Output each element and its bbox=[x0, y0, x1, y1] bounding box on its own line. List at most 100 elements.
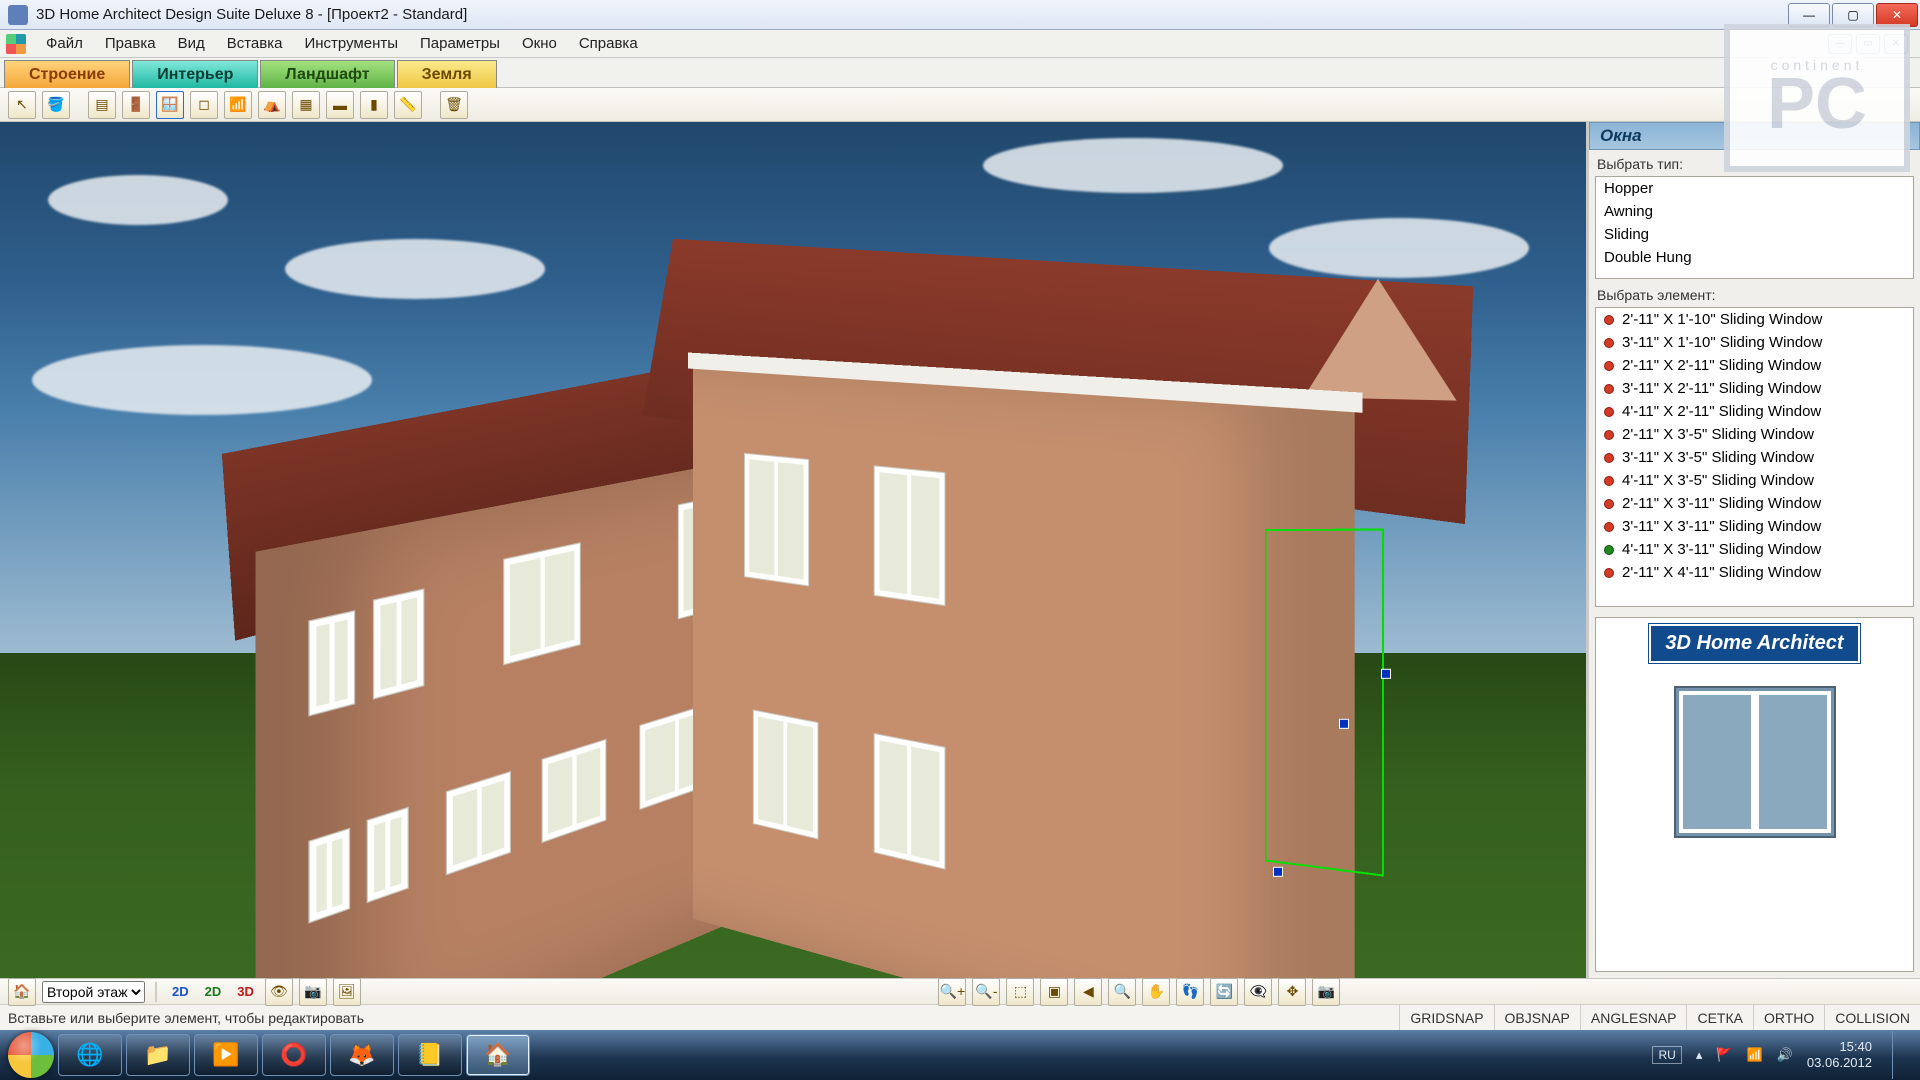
list-item[interactable]: Hopper bbox=[1596, 177, 1913, 200]
list-item[interactable]: 3'-11" X 1'-10" Sliding Window bbox=[1596, 331, 1913, 354]
task-explorer[interactable]: 📁 bbox=[126, 1034, 190, 1076]
tray-volume-icon[interactable]: 🔊 bbox=[1777, 1047, 1793, 1063]
window-maximize-button[interactable]: ▢ bbox=[1832, 3, 1874, 27]
list-item-label: 2'-11" X 3'-11" Sliding Window bbox=[1622, 495, 1821, 512]
menu-help[interactable]: Справка bbox=[569, 32, 648, 55]
3d-viewport[interactable] bbox=[0, 122, 1588, 978]
selection-handle[interactable] bbox=[1273, 867, 1283, 877]
tool-floor-icon[interactable]: ▬ bbox=[326, 91, 354, 119]
mdi-close-button[interactable]: ✕ bbox=[1884, 34, 1908, 54]
snap-grid[interactable]: СЕТКА bbox=[1686, 1005, 1753, 1030]
clock[interactable]: 15:40 03.06.2012 bbox=[1807, 1039, 1872, 1070]
object-toolbar: ↖ 🪣 ▤ 🚪 🪟 ◻ 📶 ⛺ ▦ ▬ ▮ 📏 🗑 bbox=[0, 88, 1920, 122]
list-item[interactable]: 3'-11" X 3'-5" Sliding Window bbox=[1596, 446, 1913, 469]
zoom-out-icon[interactable]: 🔍- bbox=[972, 978, 1000, 1006]
list-item[interactable]: Double Hung bbox=[1596, 246, 1913, 269]
tray-flag-icon[interactable]: 🚩 bbox=[1716, 1047, 1732, 1063]
list-item-label: 2'-11" X 4'-11" Sliding Window bbox=[1622, 564, 1821, 581]
types-label: Выбрать тип: bbox=[1589, 150, 1920, 174]
show-desktop-button[interactable] bbox=[1892, 1031, 1906, 1079]
view-camera-icon[interactable]: 📷 bbox=[299, 978, 327, 1006]
task-firefox[interactable]: 🦊 bbox=[330, 1034, 394, 1076]
view-gallery-icon[interactable]: 🖼 bbox=[333, 978, 361, 1006]
selection-handle[interactable] bbox=[1381, 669, 1391, 679]
task-opera[interactable]: ⭕ bbox=[262, 1034, 326, 1076]
tool-text-icon[interactable]: 📏 bbox=[394, 91, 422, 119]
move-icon[interactable]: ✥ bbox=[1278, 978, 1306, 1006]
tab-terrain[interactable]: Земля bbox=[397, 60, 497, 88]
orbit-icon[interactable]: 🔄 bbox=[1210, 978, 1238, 1006]
snap-anglesnap[interactable]: ANGLESNAP bbox=[1580, 1005, 1687, 1030]
snapshot-icon[interactable]: 📷 bbox=[1312, 978, 1340, 1006]
view-2d-shaded-button[interactable]: 2D bbox=[200, 981, 227, 1003]
start-button[interactable] bbox=[8, 1032, 54, 1078]
window-type-list[interactable]: Hopper Awning Sliding Double Hung bbox=[1595, 176, 1914, 279]
floor-icon[interactable]: 🏠 bbox=[8, 978, 36, 1006]
snap-ortho[interactable]: ORTHO bbox=[1753, 1005, 1824, 1030]
view-2d-button[interactable]: 2D bbox=[167, 981, 194, 1003]
tool-column-icon[interactable]: ▮ bbox=[360, 91, 388, 119]
list-item[interactable]: Sliding bbox=[1596, 223, 1913, 246]
menu-tools[interactable]: Инструменты bbox=[294, 32, 408, 55]
window-close-button[interactable]: ✕ bbox=[1876, 3, 1918, 27]
lang-indicator[interactable]: RU bbox=[1652, 1046, 1681, 1064]
tab-interior[interactable]: Интерьер bbox=[132, 60, 258, 88]
look-icon[interactable]: 👁‍🗨 bbox=[1244, 978, 1272, 1006]
task-ie[interactable]: 🌐 bbox=[58, 1034, 122, 1076]
list-item[interactable]: 2'-11" X 1'-10" Sliding Window bbox=[1596, 308, 1913, 331]
list-item[interactable]: 4'-11" X 2'-11" Sliding Window bbox=[1596, 400, 1913, 423]
tool-pointer[interactable]: ↖ bbox=[8, 91, 36, 119]
tool-window-icon[interactable]: 🪟 bbox=[156, 91, 184, 119]
tool-door-icon[interactable]: 🚪 bbox=[122, 91, 150, 119]
pan-icon[interactable]: ✋ bbox=[1142, 978, 1170, 1006]
list-item[interactable]: 2'-11" X 2'-11" Sliding Window bbox=[1596, 354, 1913, 377]
status-dot-icon bbox=[1604, 407, 1614, 417]
snap-gridsnap[interactable]: GRIDSNAP bbox=[1399, 1005, 1493, 1030]
list-item-label: 4'-11" X 2'-11" Sliding Window bbox=[1622, 403, 1821, 420]
list-item[interactable]: 3'-11" X 3'-11" Sliding Window bbox=[1596, 515, 1913, 538]
view-eye-icon[interactable]: 👁 bbox=[265, 978, 293, 1006]
snap-collision[interactable]: COLLISION bbox=[1824, 1005, 1920, 1030]
tool-paint-icon[interactable]: 🪣 bbox=[42, 91, 70, 119]
menu-insert[interactable]: Вставка bbox=[217, 32, 293, 55]
view-3d-button[interactable]: 3D bbox=[232, 981, 259, 1003]
task-media[interactable]: ▶️ bbox=[194, 1034, 258, 1076]
zoom-extents-icon[interactable]: ▣ bbox=[1040, 978, 1068, 1006]
walk-icon[interactable]: 👣 bbox=[1176, 978, 1204, 1006]
menu-params[interactable]: Параметры bbox=[410, 32, 510, 55]
tray-network-icon[interactable]: 📶 bbox=[1747, 1047, 1763, 1063]
tool-stair-icon[interactable]: 📶 bbox=[224, 91, 252, 119]
window-element-list[interactable]: 2'-11" X 1'-10" Sliding Window3'-11" X 1… bbox=[1595, 307, 1914, 607]
list-item[interactable]: 4'-11" X 3'-5" Sliding Window bbox=[1596, 469, 1913, 492]
tab-building[interactable]: Строение bbox=[4, 60, 130, 88]
menu-file[interactable]: Файл bbox=[36, 32, 93, 55]
menu-view[interactable]: Вид bbox=[168, 32, 215, 55]
tool-delete-icon[interactable]: 🗑 bbox=[440, 91, 468, 119]
task-3dha[interactable]: 🏠 bbox=[466, 1034, 530, 1076]
zoom-prev-icon[interactable]: ◀ bbox=[1074, 978, 1102, 1006]
tab-landscape[interactable]: Ландшафт bbox=[260, 60, 394, 88]
list-item[interactable]: 4'-11" X 3'-11" Sliding Window bbox=[1596, 538, 1913, 561]
task-notes[interactable]: 📒 bbox=[398, 1034, 462, 1076]
tool-roof-icon[interactable]: ⛺ bbox=[258, 91, 286, 119]
list-item[interactable]: 2'-11" X 3'-5" Sliding Window bbox=[1596, 423, 1913, 446]
list-item[interactable]: 3'-11" X 2'-11" Sliding Window bbox=[1596, 377, 1913, 400]
zoom-in-icon[interactable]: 🔍+ bbox=[938, 978, 966, 1006]
menu-window[interactable]: Окно bbox=[512, 32, 567, 55]
snap-objsnap[interactable]: OBJSNAP bbox=[1494, 1005, 1580, 1030]
menu-edit[interactable]: Правка bbox=[95, 32, 166, 55]
list-item[interactable]: Awning bbox=[1596, 200, 1913, 223]
zoom-window-icon[interactable]: ⬚ bbox=[1006, 978, 1034, 1006]
tool-opening-icon[interactable]: ◻ bbox=[190, 91, 218, 119]
mdi-restore-button[interactable]: ▭ bbox=[1856, 34, 1880, 54]
tool-ceiling-icon[interactable]: ▦ bbox=[292, 91, 320, 119]
tool-wall-icon[interactable]: ▤ bbox=[88, 91, 116, 119]
tray-chevron-icon[interactable]: ▴ bbox=[1696, 1047, 1703, 1063]
list-item[interactable]: 2'-11" X 3'-11" Sliding Window bbox=[1596, 492, 1913, 515]
floor-select[interactable]: Второй этаж bbox=[42, 981, 145, 1003]
mdi-minimize-button[interactable]: — bbox=[1828, 34, 1852, 54]
window-minimize-button[interactable]: — bbox=[1788, 3, 1830, 27]
zoom-realtime-icon[interactable]: 🔍 bbox=[1108, 978, 1136, 1006]
list-item[interactable]: 2'-11" X 4'-11" Sliding Window bbox=[1596, 561, 1913, 584]
selection-handle[interactable] bbox=[1339, 719, 1349, 729]
